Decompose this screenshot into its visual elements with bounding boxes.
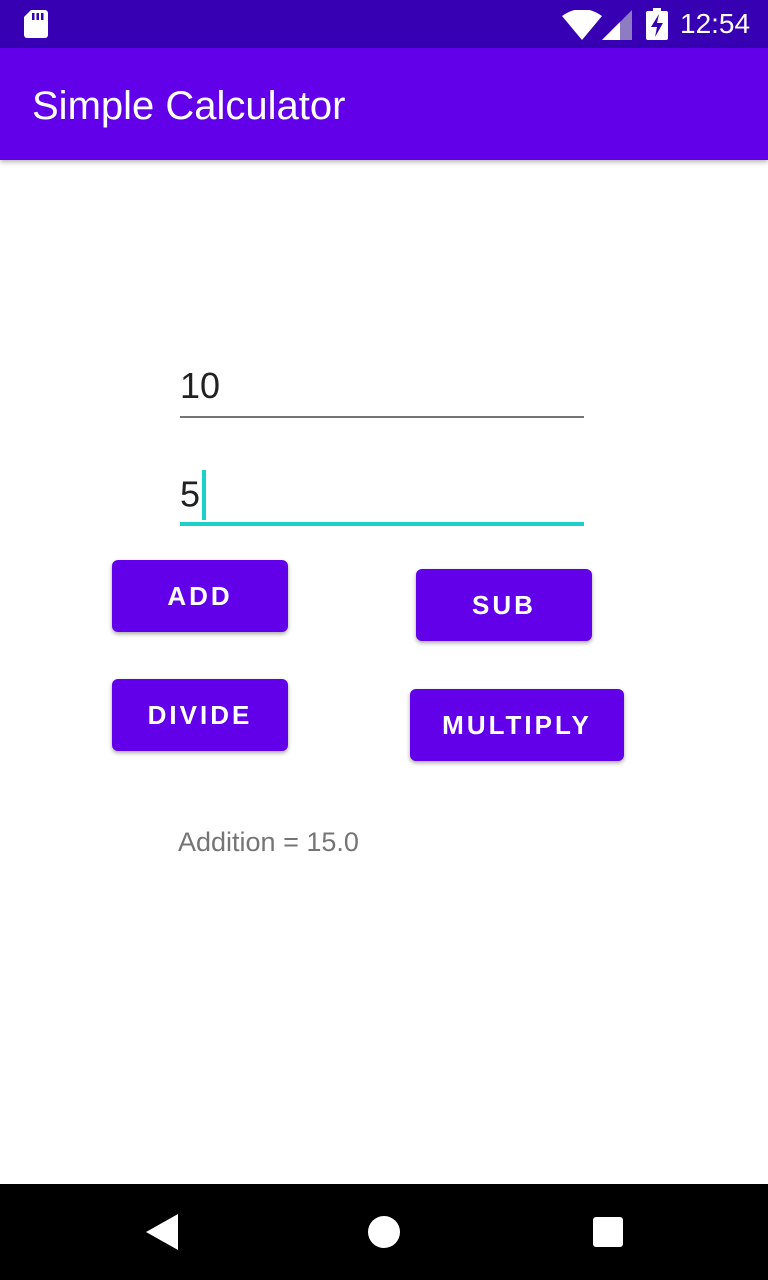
second-number-value-wrap: 5	[180, 470, 207, 522]
battery-charging-icon	[646, 8, 668, 40]
sub-button[interactable]: SUB	[416, 569, 592, 641]
first-number-value: 10	[180, 365, 221, 406]
status-bar: 12:54	[0, 0, 768, 48]
back-icon[interactable]	[144, 1212, 180, 1252]
app-title: Simple Calculator	[32, 84, 346, 128]
result-text: Addition = 15.0	[178, 827, 359, 857]
signal-icon	[602, 10, 632, 40]
navigation-bar	[0, 1184, 768, 1280]
second-number-input[interactable]: 5	[180, 466, 584, 526]
multiply-button[interactable]: MULTIPLY	[410, 689, 624, 761]
app-bar: Simple Calculator	[0, 48, 768, 160]
first-number-underline	[180, 416, 584, 418]
divide-button[interactable]: DIVIDE	[112, 679, 288, 751]
recents-icon[interactable]	[592, 1216, 624, 1248]
text-cursor	[202, 470, 207, 520]
sd-card-icon	[24, 10, 48, 38]
add-button[interactable]: ADD	[112, 560, 288, 632]
status-clock: 12:54	[680, 8, 751, 39]
second-number-underline	[180, 522, 584, 526]
home-icon[interactable]	[366, 1214, 402, 1250]
wifi-icon	[562, 10, 602, 40]
first-number-input[interactable]: 10	[180, 358, 584, 418]
second-number-value: 5	[180, 473, 201, 515]
